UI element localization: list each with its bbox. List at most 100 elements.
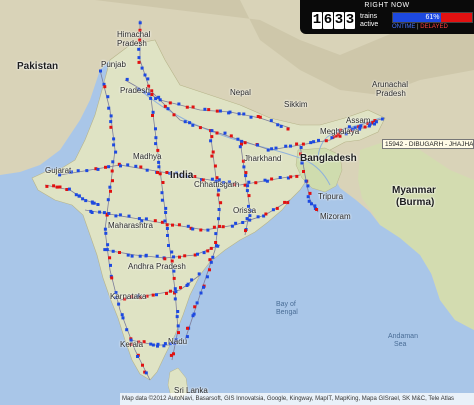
train-marker[interactable] <box>188 121 192 125</box>
train-marker[interactable] <box>308 191 312 195</box>
train-marker[interactable] <box>244 171 248 175</box>
train-marker[interactable] <box>102 211 106 215</box>
train-marker[interactable] <box>106 95 110 99</box>
train-marker[interactable] <box>176 310 180 313</box>
train-marker[interactable] <box>238 145 242 149</box>
train-marker[interactable] <box>208 268 211 272</box>
train-marker[interactable] <box>210 135 214 139</box>
train-marker[interactable] <box>155 293 158 297</box>
train-marker[interactable] <box>58 185 62 189</box>
train-marker[interactable] <box>177 331 180 335</box>
train-marker[interactable] <box>144 217 148 221</box>
train-marker[interactable] <box>173 287 177 291</box>
train-marker[interactable] <box>172 113 176 117</box>
train-marker[interactable] <box>191 314 195 318</box>
train-marker[interactable] <box>175 315 179 319</box>
train-marker[interactable] <box>245 217 249 221</box>
train-marker[interactable] <box>137 47 141 51</box>
train-marker[interactable] <box>236 137 240 141</box>
train-marker[interactable] <box>241 221 245 224</box>
train-marker[interactable] <box>186 326 189 330</box>
train-marker[interactable] <box>108 185 112 189</box>
train-marker[interactable] <box>107 212 111 215</box>
train-marker[interactable] <box>151 110 155 114</box>
train-marker[interactable] <box>154 127 157 131</box>
train-marker[interactable] <box>85 169 89 173</box>
train-marker[interactable] <box>120 313 124 317</box>
train-marker[interactable] <box>315 208 319 211</box>
train-marker[interactable] <box>212 225 216 229</box>
train-marker[interactable] <box>283 200 287 204</box>
train-marker[interactable] <box>179 286 182 290</box>
train-marker[interactable] <box>209 260 213 264</box>
train-marker[interactable] <box>141 363 144 367</box>
train-marker[interactable] <box>146 77 150 81</box>
train-marker[interactable] <box>172 276 176 280</box>
train-marker[interactable] <box>278 176 282 179</box>
train-marker[interactable] <box>214 232 218 236</box>
train-marker[interactable] <box>161 181 165 184</box>
train-marker[interactable] <box>275 206 279 210</box>
train-marker[interactable] <box>279 124 283 128</box>
train-marker[interactable] <box>126 163 130 167</box>
train-marker[interactable] <box>214 241 218 244</box>
train-marker[interactable] <box>110 169 114 173</box>
train-marker[interactable] <box>206 228 210 232</box>
train-marker[interactable] <box>286 127 290 131</box>
train-marker[interactable] <box>104 231 108 235</box>
train-marker[interactable] <box>237 112 241 116</box>
train-marker[interactable] <box>196 252 199 256</box>
train-marker[interactable] <box>202 285 205 289</box>
train-marker[interactable] <box>136 355 139 358</box>
train-marker[interactable] <box>324 139 328 143</box>
train-marker[interactable] <box>163 257 167 261</box>
train-marker[interactable] <box>134 164 138 168</box>
train-marker[interactable] <box>109 263 112 267</box>
train-marker[interactable] <box>186 282 190 286</box>
train-marker[interactable] <box>211 150 215 154</box>
train-marker[interactable] <box>65 188 69 191</box>
train-marker[interactable] <box>210 129 214 133</box>
train-marker[interactable] <box>299 146 303 149</box>
train-marker[interactable] <box>206 249 210 253</box>
train-marker[interactable] <box>154 136 158 140</box>
train-marker[interactable] <box>118 213 122 217</box>
train-marker[interactable] <box>98 210 102 214</box>
train-marker[interactable] <box>151 343 155 347</box>
train-marker[interactable] <box>107 165 111 169</box>
train-marker[interactable] <box>150 93 154 96</box>
train-marker[interactable] <box>330 136 334 140</box>
train-marker[interactable] <box>301 142 305 146</box>
train-marker[interactable] <box>55 185 59 189</box>
train-marker[interactable] <box>178 255 181 259</box>
train-marker[interactable] <box>112 137 116 141</box>
train-marker[interactable] <box>185 105 189 109</box>
train-marker[interactable] <box>126 253 130 257</box>
train-marker[interactable] <box>137 60 141 64</box>
train-marker[interactable] <box>177 102 181 106</box>
train-marker[interactable] <box>157 160 161 164</box>
train-marker[interactable] <box>199 291 203 295</box>
train-marker[interactable] <box>215 131 219 135</box>
train-marker[interactable] <box>109 120 113 124</box>
train-marker[interactable] <box>218 224 221 228</box>
train-marker[interactable] <box>165 171 169 174</box>
train-marker[interactable] <box>207 108 211 112</box>
train-marker[interactable] <box>169 353 173 357</box>
train-marker[interactable] <box>208 258 212 262</box>
train-marker[interactable] <box>164 206 168 210</box>
train-marker[interactable] <box>218 109 222 113</box>
train-marker[interactable] <box>164 211 168 214</box>
train-marker[interactable] <box>197 272 201 276</box>
train-marker[interactable] <box>166 107 170 111</box>
train-marker[interactable] <box>158 98 162 102</box>
train-marker[interactable] <box>127 214 131 218</box>
train-marker[interactable] <box>67 187 71 191</box>
train-marker[interactable] <box>289 144 292 148</box>
train-marker[interactable] <box>165 223 169 227</box>
train-marker[interactable] <box>109 125 113 129</box>
train-marker[interactable] <box>140 66 144 70</box>
train-marker[interactable] <box>276 123 280 127</box>
train-marker[interactable] <box>270 147 274 151</box>
train-marker[interactable] <box>154 97 158 101</box>
